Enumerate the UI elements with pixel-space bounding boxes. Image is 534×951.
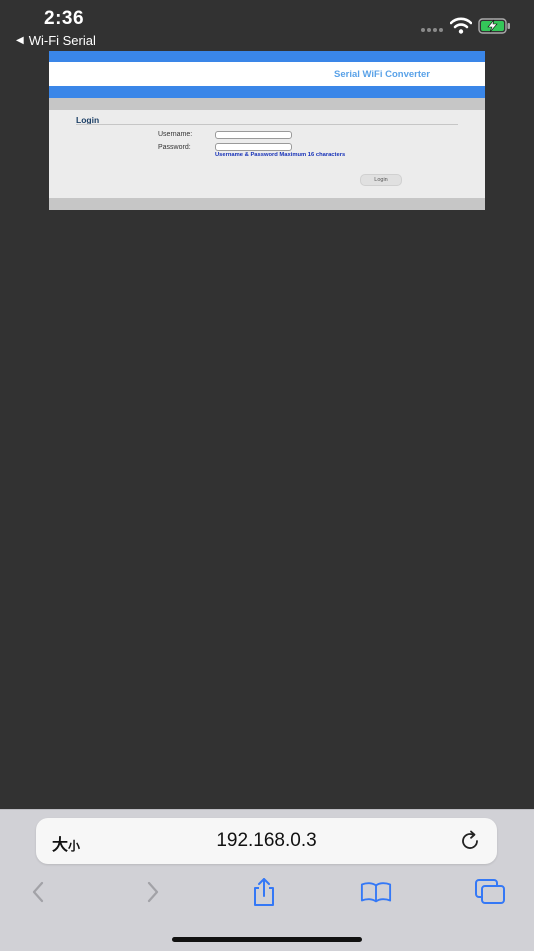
share-button[interactable] <box>248 878 280 906</box>
tabs-button[interactable] <box>474 878 506 906</box>
status-time: 2:36 <box>44 8 85 29</box>
webpage-content: Serial WiFi Converter Login Username: Pa… <box>49 51 485 210</box>
status-bar: 2:36 ◀ Wi-Fi Serial <box>0 0 534 50</box>
page-footer <box>49 198 485 210</box>
bookmarks-icon <box>360 882 392 903</box>
share-icon <box>254 878 274 906</box>
wifi-icon <box>450 17 472 34</box>
signal-icon <box>421 28 443 32</box>
back-triangle-icon: ◀ <box>16 35 24 46</box>
header-bottom-stripe <box>49 86 485 98</box>
credentials-hint: Username & Password Maximum 16 character… <box>215 152 346 158</box>
back-button[interactable] <box>22 878 54 906</box>
header-top-stripe <box>49 51 485 62</box>
login-button[interactable]: Login <box>360 174 402 186</box>
login-divider <box>76 124 458 125</box>
reload-icon[interactable] <box>459 830 481 852</box>
password-field[interactable] <box>215 143 292 151</box>
back-icon <box>32 881 44 903</box>
forward-button[interactable] <box>137 878 169 906</box>
back-to-app-link[interactable]: ◀ Wi-Fi Serial <box>16 33 96 48</box>
username-field[interactable] <box>215 131 292 139</box>
password-label: Password: <box>158 144 191 151</box>
address-bar[interactable]: 大小 192.168.0.3 <box>36 818 497 864</box>
home-indicator <box>172 937 362 942</box>
nav-bar <box>49 98 485 110</box>
tabs-icon <box>475 879 505 904</box>
forward-icon <box>147 881 159 903</box>
site-title: Serial WiFi Converter <box>334 69 430 80</box>
bookmarks-button[interactable] <box>360 878 392 906</box>
battery-charging-icon <box>478 18 510 34</box>
back-app-label: Wi-Fi Serial <box>28 33 96 48</box>
username-label: Username: <box>158 131 193 138</box>
url-text[interactable]: 192.168.0.3 <box>36 830 497 852</box>
site-header: Serial WiFi Converter <box>49 62 485 86</box>
browser-bottom-panel: 大小 192.168.0.3 <box>0 809 534 951</box>
